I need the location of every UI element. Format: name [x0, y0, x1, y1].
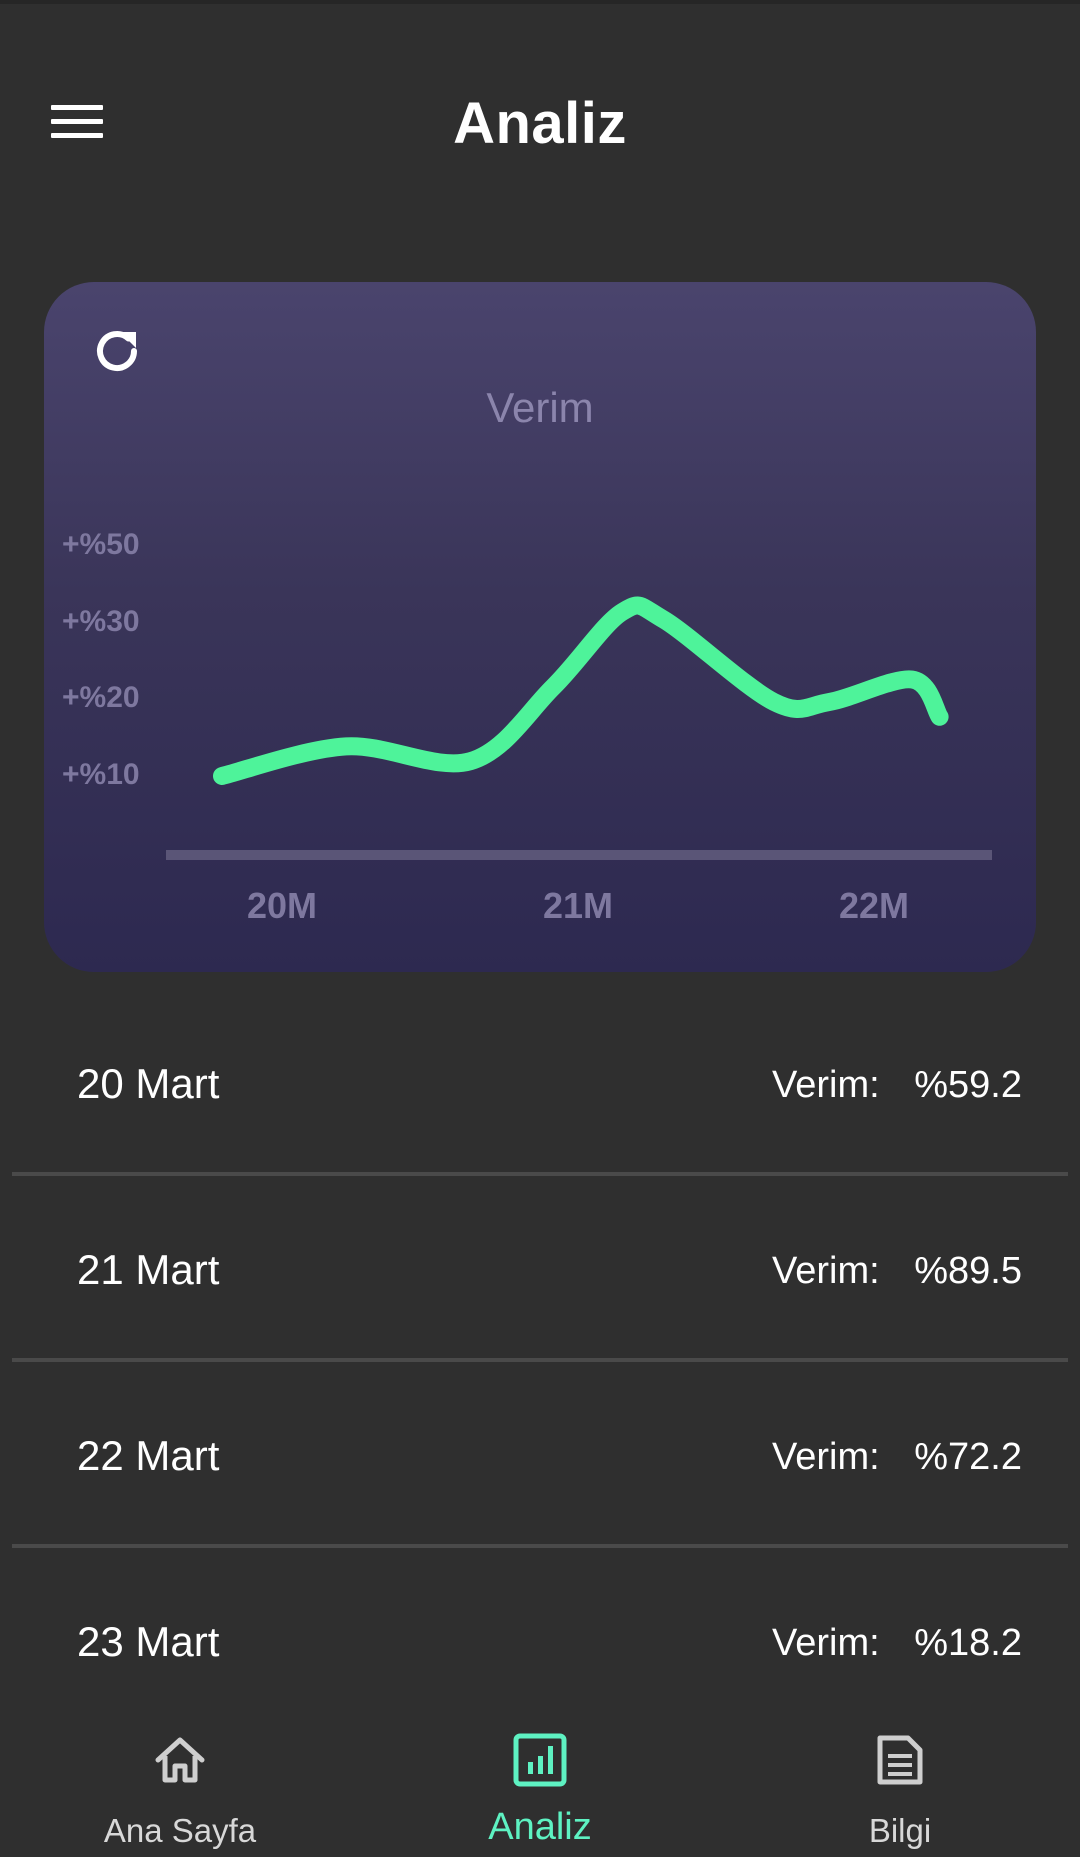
entry-date: 23 Mart	[77, 1618, 220, 1665]
list-item[interactable]: 21 Mart Verim: %89.5	[0, 1186, 1080, 1372]
x-tick-label: 21M	[543, 885, 613, 926]
entry-metric-value: %72.2	[914, 1436, 1022, 1478]
nav-label-home: Ana Sayfa	[103, 1812, 257, 1849]
x-axis-line	[166, 850, 992, 860]
list-divider	[12, 1544, 1068, 1548]
entry-metric-value: %59.2	[914, 1064, 1022, 1106]
entry-metric-label: Verim:	[772, 1622, 880, 1664]
bottom-navigation: Ana Sayfa Analiz Bilgi	[0, 1708, 1080, 1857]
nav-item-analysis[interactable]: Analiz	[360, 1708, 720, 1857]
entry-date: 22 Mart	[77, 1432, 220, 1479]
entry-metric-value: %18.2	[914, 1622, 1022, 1664]
nav-label-analysis: Analiz	[488, 1806, 592, 1848]
entry-date: 21 Mart	[77, 1246, 220, 1293]
app-bar: Analiz	[0, 60, 1080, 180]
list-item[interactable]: 20 Mart Verim: %59.2	[0, 1000, 1080, 1186]
home-icon	[155, 1737, 205, 1783]
list-item[interactable]: 22 Mart Verim: %72.2	[0, 1372, 1080, 1558]
y-tick-label: +%30	[62, 605, 140, 638]
entry-date: 20 Mart	[77, 1060, 220, 1107]
bar-chart-icon	[513, 1733, 567, 1787]
x-tick-label: 20M	[247, 885, 317, 926]
nav-item-home[interactable]: Ana Sayfa	[0, 1708, 360, 1857]
entry-metric-label: Verim:	[772, 1064, 880, 1106]
nav-label-info: Bilgi	[868, 1812, 932, 1849]
document-icon	[877, 1735, 923, 1785]
entry-metric-value: %89.5	[914, 1250, 1022, 1292]
verim-series-line	[213, 596, 949, 785]
y-tick-label: +%10	[62, 758, 140, 791]
x-tick-label: 22M	[839, 885, 909, 926]
list-divider	[12, 1172, 1068, 1176]
chart: +%50 +%30 +%20 +%10 20M 21M 22M	[62, 528, 992, 926]
y-tick-label: +%50	[62, 528, 140, 561]
list-divider	[12, 1358, 1068, 1362]
nav-item-info[interactable]: Bilgi	[720, 1708, 1080, 1857]
status-strip	[0, 0, 1080, 4]
y-tick-label: +%20	[62, 681, 140, 714]
page-title: Analiz	[453, 91, 627, 156]
entry-metric-label: Verim:	[772, 1250, 880, 1292]
entry-metric-label: Verim:	[772, 1436, 880, 1478]
chart-card: Verim +%50 +%30 +%20 +%10 20M 21M 22M	[44, 282, 1036, 972]
analysis-screen: Analiz Verim +%50 +%30 +%20 +%10 20M 21M 22M 2…	[0, 0, 1080, 1857]
